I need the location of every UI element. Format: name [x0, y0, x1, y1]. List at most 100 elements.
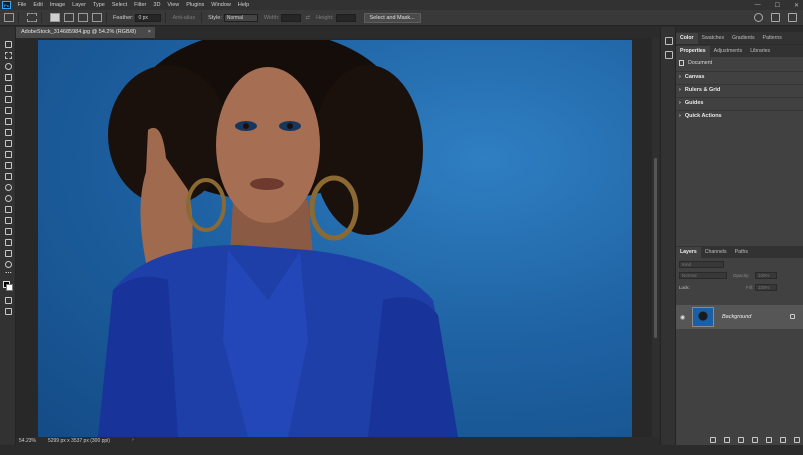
section-canvas[interactable]: › Canvas	[679, 74, 704, 80]
menu-view[interactable]: View	[164, 2, 183, 8]
crop-tool-icon[interactable]	[3, 83, 13, 93]
menu-help[interactable]: Help	[234, 2, 252, 8]
tab-swatches[interactable]: Swatches	[698, 33, 729, 44]
brush-tool-icon[interactable]	[3, 127, 13, 137]
marquee-tool-icon[interactable]	[3, 50, 13, 60]
opacity-input[interactable]: 100%	[755, 272, 777, 279]
add-mask-icon[interactable]	[738, 437, 744, 443]
menu-plugins[interactable]: Plugins	[183, 2, 208, 8]
dodge-tool-icon[interactable]	[3, 193, 13, 203]
intersect-selection-icon[interactable]	[92, 13, 102, 22]
clone-stamp-tool-icon[interactable]	[3, 138, 13, 148]
healing-brush-tool-icon[interactable]	[3, 116, 13, 126]
section-guides[interactable]: › Guides	[679, 100, 704, 106]
adjustment-layer-icon[interactable]	[752, 437, 758, 443]
lock-label: Lock:	[679, 285, 690, 290]
section-quick-actions[interactable]: › Quick Actions	[679, 113, 722, 119]
layer-row-background[interactable]: ◉ Background	[676, 305, 803, 329]
search-icon[interactable]	[754, 13, 763, 22]
frame-tool-icon[interactable]	[3, 94, 13, 104]
share-icon[interactable]	[788, 13, 797, 22]
select-and-mask-button[interactable]: Select and Mask...	[363, 12, 421, 23]
tab-paths[interactable]: Paths	[731, 247, 752, 258]
menu-filter[interactable]: Filter	[131, 2, 150, 8]
visibility-eye-icon[interactable]: ◉	[680, 314, 688, 321]
document-tab-title: AdobeStock_314685984.jpg @ 54.2% (RGB/8)	[21, 29, 137, 35]
swap-icon[interactable]: ⇄	[305, 15, 310, 21]
rectangular-marquee-icon[interactable]	[27, 13, 37, 22]
menu-type[interactable]: Type	[89, 2, 108, 8]
menu-window[interactable]: Window	[208, 2, 235, 8]
move-tool-icon[interactable]	[3, 39, 13, 49]
maximize-button[interactable]: ☐	[775, 2, 780, 9]
screen-mode-icon[interactable]	[3, 306, 13, 316]
section-rulers-grid[interactable]: › Rulers & Grid	[679, 87, 720, 93]
width-input[interactable]	[281, 13, 302, 22]
new-selection-icon[interactable]	[50, 13, 60, 22]
hand-tool-icon[interactable]	[3, 248, 13, 258]
new-group-icon[interactable]	[766, 437, 772, 443]
tab-properties[interactable]: Properties	[676, 46, 710, 57]
feather-input[interactable]: 0 px	[135, 13, 162, 22]
pen-tool-icon[interactable]	[3, 204, 13, 214]
zoom-level[interactable]: 54.23%	[19, 438, 36, 444]
path-selection-tool-icon[interactable]	[3, 226, 13, 236]
antialias-checkbox[interactable]: Anti-alias	[172, 15, 195, 21]
quick-mask-icon[interactable]	[3, 295, 13, 305]
background-color-swatch[interactable]	[6, 284, 13, 291]
menu-image[interactable]: Image	[46, 2, 68, 8]
width-label: Width:	[263, 14, 280, 21]
fill-input[interactable]: 100%	[755, 284, 777, 291]
delete-layer-icon[interactable]	[794, 437, 800, 443]
menu-edit[interactable]: Edit	[30, 2, 46, 8]
rectangle-tool-icon[interactable]	[3, 237, 13, 247]
quick-selection-tool-icon[interactable]	[3, 72, 13, 82]
tab-channels[interactable]: Channels	[701, 247, 731, 258]
close-button[interactable]: ✕	[794, 2, 799, 9]
close-tab-icon[interactable]: ×	[148, 27, 151, 38]
home-icon[interactable]	[4, 13, 14, 22]
menu-file[interactable]: File	[14, 2, 30, 8]
vertical-scrollbar[interactable]	[652, 38, 659, 437]
opacity-label: Opacity:	[733, 273, 750, 278]
document-image[interactable]	[38, 40, 632, 437]
eyedropper-tool-icon[interactable]	[3, 105, 13, 115]
history-panel-icon[interactable]	[665, 37, 673, 45]
menu-3d[interactable]: 3D	[150, 2, 164, 8]
add-to-selection-icon[interactable]	[64, 13, 74, 22]
document-tab[interactable]: AdobeStock_314685984.jpg @ 54.2% (RGB/8)…	[16, 27, 155, 38]
blur-tool-icon[interactable]	[3, 182, 13, 192]
type-tool-icon[interactable]	[3, 215, 13, 225]
new-layer-icon[interactable]	[780, 437, 786, 443]
layer-style-icon[interactable]	[724, 437, 730, 443]
layer-name[interactable]: Background	[722, 314, 751, 320]
tab-libraries[interactable]: Libraries	[746, 46, 774, 57]
canvas-area[interactable]	[16, 38, 659, 437]
menu-select[interactable]: Select	[108, 2, 130, 8]
gradient-tool-icon[interactable]	[3, 171, 13, 181]
tab-gradients[interactable]: Gradients	[728, 33, 759, 44]
lasso-tool-icon[interactable]	[3, 61, 13, 71]
link-layers-icon[interactable]	[710, 437, 716, 443]
zoom-tool-icon[interactable]	[3, 259, 13, 269]
workspace-icon[interactable]	[771, 13, 780, 22]
blend-mode-select[interactable]: Normal	[679, 272, 727, 279]
style-select[interactable]: Normal	[223, 13, 258, 22]
more-tools-icon[interactable]	[3, 270, 13, 280]
eraser-tool-icon[interactable]	[3, 160, 13, 170]
properties-panel-tabs: Properties Adjustments Libraries	[676, 45, 803, 57]
tab-color[interactable]: Color	[676, 33, 698, 44]
tab-adjustments[interactable]: Adjustments	[710, 46, 747, 57]
minimize-button[interactable]: —	[755, 2, 761, 8]
actions-panel-icon[interactable]	[665, 51, 673, 59]
feather-label: Feather:	[113, 14, 134, 21]
subtract-from-selection-icon[interactable]	[78, 13, 88, 22]
height-input[interactable]	[335, 13, 356, 22]
tab-patterns[interactable]: Patterns	[759, 33, 786, 44]
status-menu-arrow-icon[interactable]: ›	[132, 437, 134, 443]
menu-layer[interactable]: Layer	[69, 2, 90, 8]
document-info: 5299 px x 3537 px (300 ppi)	[47, 438, 110, 444]
history-brush-tool-icon[interactable]	[3, 149, 13, 159]
tab-layers[interactable]: Layers	[676, 247, 701, 258]
layer-filter-kind[interactable]: Kind	[679, 261, 724, 268]
